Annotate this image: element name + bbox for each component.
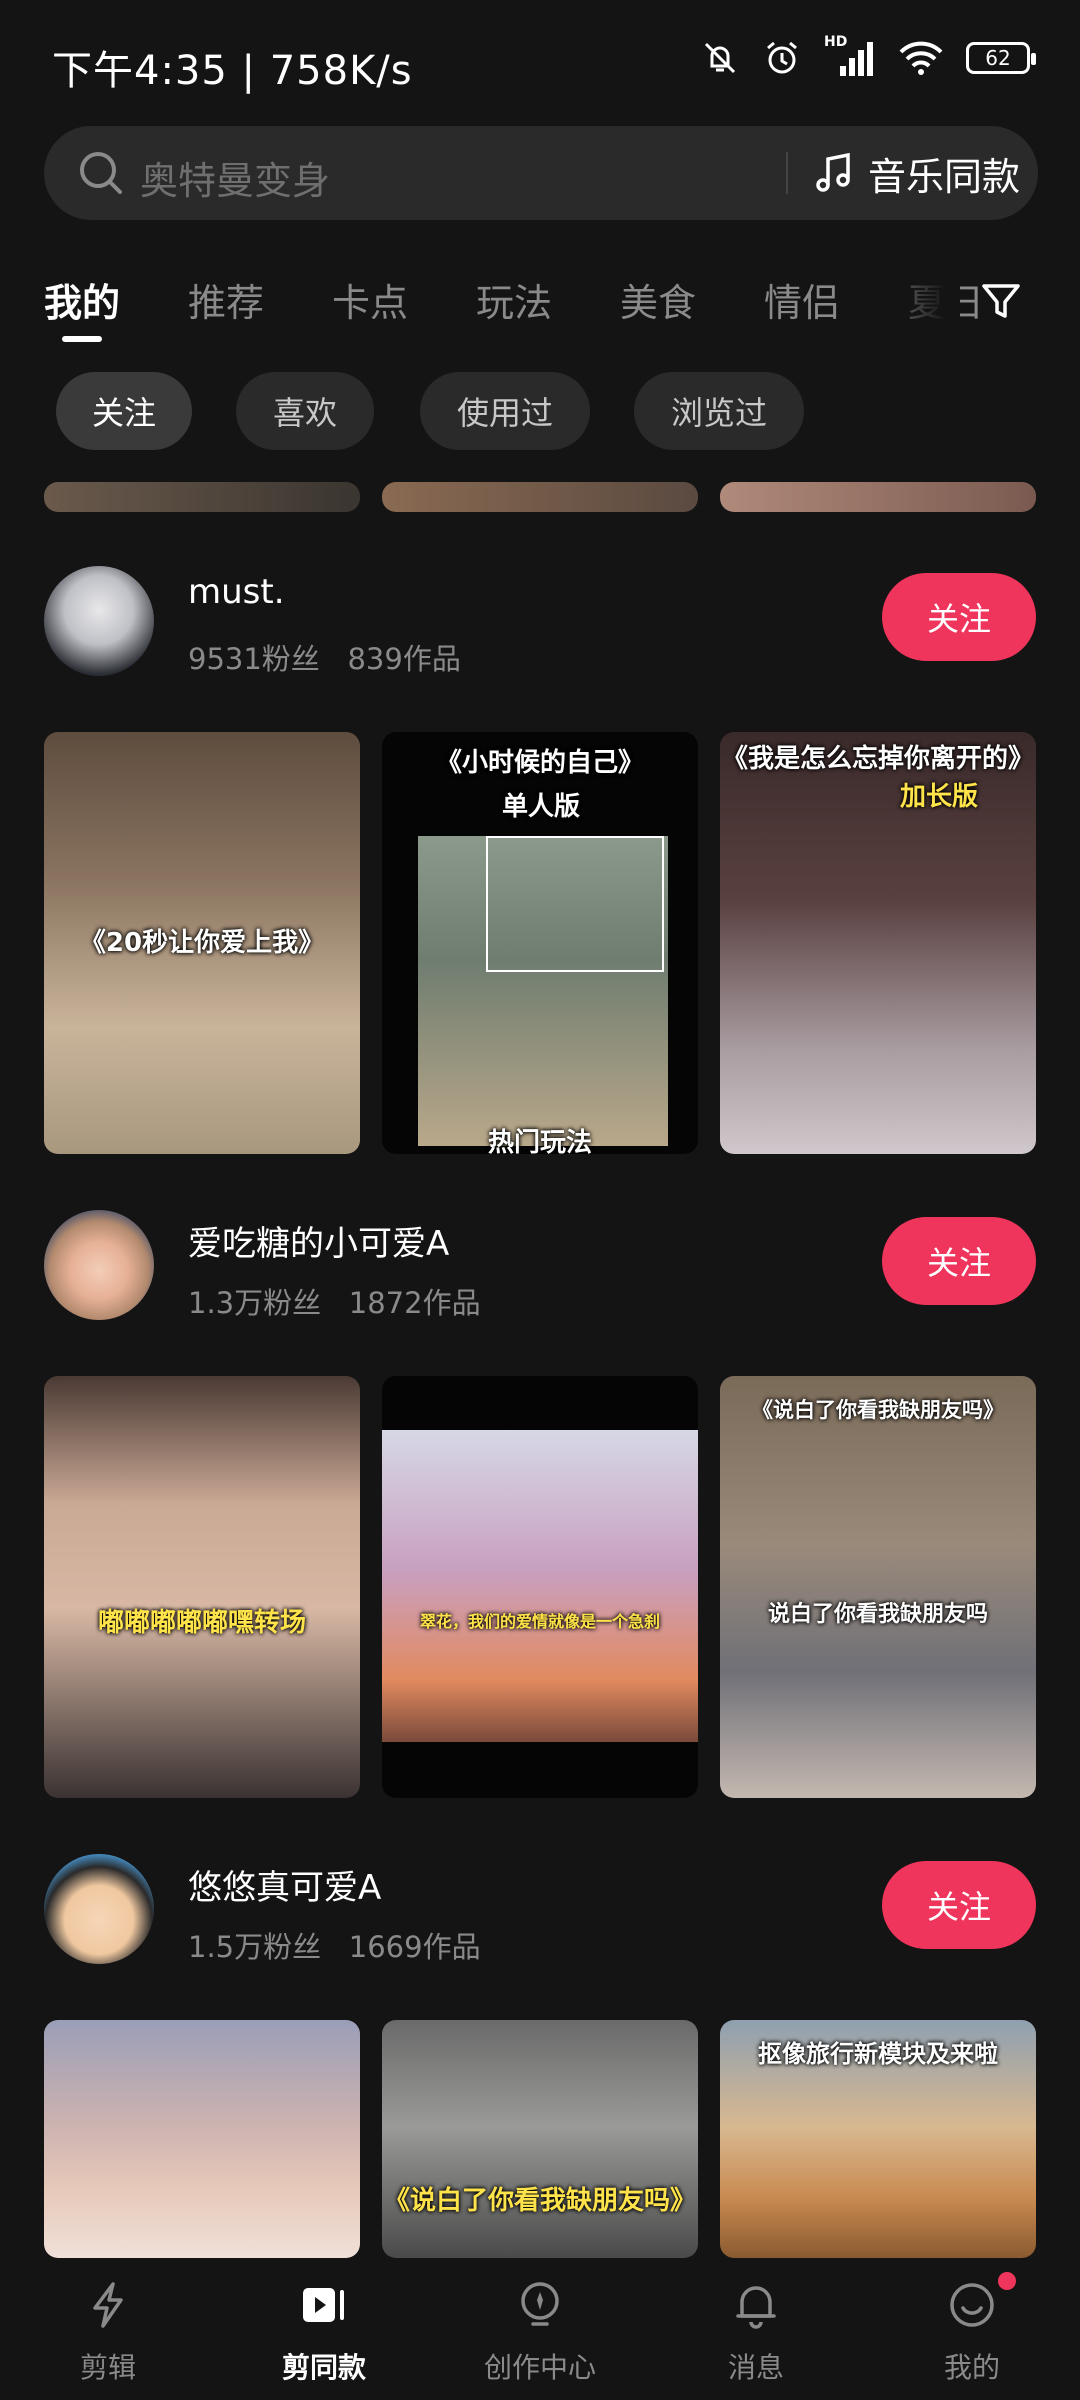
tab-gameplay[interactable]: 玩法: [476, 272, 552, 327]
video-thumbnail[interactable]: [44, 2020, 360, 2258]
video-thumbnail[interactable]: 《我是怎么忘掉你离开的》 加长版: [720, 732, 1036, 1154]
creator-stats: 1.3万粉丝 1872作品: [188, 1280, 481, 1322]
signal-icon: HD: [824, 34, 876, 78]
video-thumbnail[interactable]: [44, 482, 360, 512]
chip-liked[interactable]: 喜欢: [236, 372, 374, 450]
tab-mine[interactable]: 我的: [44, 272, 120, 327]
creator-name[interactable]: 爱吃糖的小可爱A: [188, 1216, 449, 1265]
follow-button[interactable]: 关注: [882, 1861, 1036, 1949]
nav-creator-center-label: 创作中心: [483, 2351, 596, 2384]
video-caption: 《小时候的自己》: [435, 748, 644, 778]
status-icons: HD 62: [700, 34, 1036, 78]
video-caption-bottom: 热门玩法: [487, 1128, 592, 1154]
avatar[interactable]: [44, 566, 154, 676]
avatar[interactable]: [44, 1210, 154, 1320]
nav-edit[interactable]: 剪辑: [0, 2258, 216, 2400]
search-input[interactable]: 奥特曼变身: [140, 150, 330, 205]
music-note-icon: [816, 152, 850, 192]
chip-following[interactable]: 关注: [56, 372, 192, 450]
video-thumbnail[interactable]: 抠像旅行新模块及来啦: [720, 2020, 1036, 2258]
video-thumbnail[interactable]: [382, 482, 698, 512]
chip-used[interactable]: 使用过: [420, 372, 590, 450]
video-caption: 翠花，我们的爱情就像是一个急刹: [419, 1612, 660, 1631]
work-count: 839作品: [347, 642, 461, 676]
filter-icon[interactable]: [976, 276, 1026, 326]
follower-count: 9531粉丝: [188, 642, 320, 676]
nav-messages[interactable]: 消息: [648, 2258, 864, 2400]
battery-level: 62: [985, 46, 1011, 70]
search-divider: [786, 152, 788, 194]
mute-bell-icon: [704, 42, 736, 74]
alarm-icon: [767, 41, 797, 74]
nav-profile-label: 我的: [943, 2351, 1000, 2384]
music-same-label: 音乐同款: [868, 154, 1021, 199]
follow-button[interactable]: 关注: [882, 573, 1036, 661]
lightning-icon: [93, 2282, 123, 2328]
bottom-nav: 剪辑 剪同款 创作中心 消息 我的: [0, 2258, 1080, 2400]
bell-icon: [736, 2286, 776, 2329]
video-thumbnail[interactable]: 《小时候的自己》 单人版 热门玩法: [382, 732, 698, 1154]
video-subcaption: 加长版: [900, 782, 979, 812]
video-caption: 《说白了你看我缺朋友吗》: [752, 1398, 1004, 1422]
tab-recommend[interactable]: 推荐: [188, 272, 264, 327]
search-bar[interactable]: 奥特曼变身 音乐同款: [44, 126, 1038, 220]
nav-edit-label: 剪辑: [79, 2351, 136, 2384]
video-caption: 抠像旅行新模块及来啦: [758, 2040, 998, 2068]
video-thumbnail[interactable]: 《说白了你看我缺朋友吗》 说白了你看我缺朋友吗: [720, 1376, 1036, 1798]
follow-button[interactable]: 关注: [882, 1217, 1036, 1305]
nav-creator-center[interactable]: 创作中心: [432, 2258, 648, 2400]
creator-name[interactable]: must.: [188, 572, 285, 612]
nav-messages-label: 消息: [727, 2351, 784, 2384]
video-caption: 《20秒让你爱上我》: [79, 928, 325, 958]
video-caption: 《我是怎么忘掉你离开的》: [721, 744, 1034, 774]
crop-frame: [486, 836, 664, 972]
video-caption: 嘟嘟嘟嘟嘟嘿转场: [97, 1608, 306, 1638]
nav-profile[interactable]: 我的: [864, 2258, 1080, 2400]
tab-beat[interactable]: 卡点: [332, 272, 408, 327]
video-thumbnail[interactable]: 翠花，我们的爱情就像是一个急刹: [382, 1376, 698, 1798]
creator-stats: 1.5万粉丝 1669作品: [188, 1924, 481, 1966]
tab-food[interactable]: 美食: [620, 272, 696, 327]
tabs-fade: [870, 258, 960, 338]
video-preview-image: [382, 1430, 698, 1742]
battery-indicator: 62: [966, 42, 1036, 74]
wifi-icon: [899, 41, 943, 75]
creator-stats: 9531粉丝 839作品: [188, 636, 461, 678]
notification-dot: [998, 2272, 1016, 2290]
status-time-speed: 下午4:35 | 758K/s: [52, 48, 413, 94]
video-subcaption: 单人版: [502, 792, 581, 822]
video-thumbnail[interactable]: 《说白了你看我缺朋友吗》: [382, 2020, 698, 2258]
avatar[interactable]: [44, 1854, 154, 1964]
status-bar: 下午4:35 | 758K/s HD 62: [0, 0, 1080, 120]
follower-count: 1.5万粉丝: [188, 1930, 322, 1964]
video-thumbnail[interactable]: 《20秒让你爱上我》: [44, 732, 360, 1154]
active-tab-indicator: [62, 336, 102, 342]
tab-couple[interactable]: 情侣: [764, 272, 840, 327]
nav-template-label: 剪同款: [281, 2351, 366, 2384]
work-count: 1872作品: [348, 1286, 481, 1320]
search-icon: [80, 152, 122, 194]
video-caption: 《说白了你看我缺朋友吗》: [383, 2186, 696, 2216]
smiley-profile-icon: [950, 2283, 994, 2327]
creator-bulb-icon: [521, 2282, 559, 2326]
creator-name[interactable]: 悠悠真可爱A: [188, 1860, 381, 1909]
template-play-icon: [303, 2288, 344, 2322]
follower-count: 1.3万粉丝: [188, 1286, 322, 1320]
video-thumbnail[interactable]: [720, 482, 1036, 512]
chip-viewed[interactable]: 浏览过: [634, 372, 804, 450]
video-thumbnail[interactable]: 嘟嘟嘟嘟嘟嘿转场: [44, 1376, 360, 1798]
video-subcaption: 说白了你看我缺朋友吗: [767, 1602, 988, 1627]
music-same-button[interactable]: 音乐同款: [814, 146, 1020, 200]
work-count: 1669作品: [348, 1930, 481, 1964]
nav-template[interactable]: 剪同款: [216, 2258, 432, 2400]
